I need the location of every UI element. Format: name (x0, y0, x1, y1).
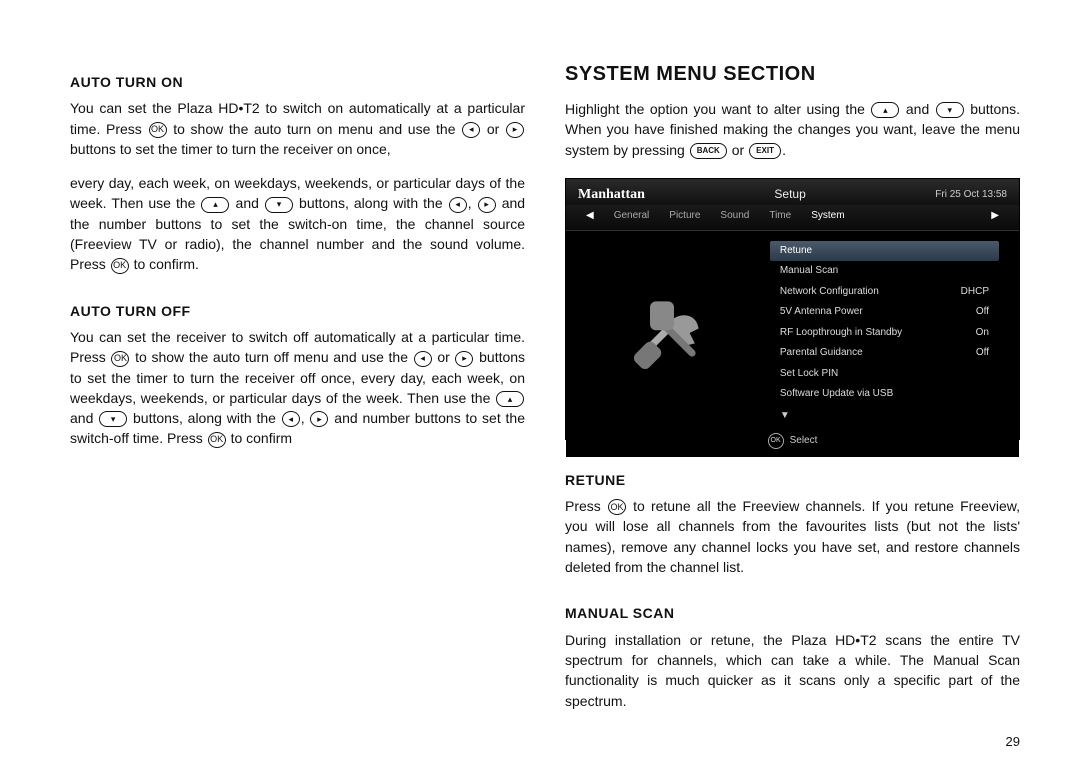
para-auto-on-1: You can set the Plaza HD•T2 to switch on… (70, 98, 525, 159)
page-number: 29 (565, 733, 1020, 752)
text: to confirm (231, 430, 292, 446)
menu-item-parental: Parental Guidance Off (770, 343, 999, 364)
menu-label: Network Configuration (780, 285, 879, 300)
para-retune: Press OK to retune all the Freeview chan… (565, 496, 1020, 577)
ok-button-icon: OK (149, 122, 167, 138)
menu-value: DHCP (961, 285, 989, 300)
manual-page: AUTO TURN ON You can set the Plaza HD•T2… (0, 0, 1080, 782)
left-column: AUTO TURN ON You can set the Plaza HD•T2… (70, 60, 525, 752)
down-button-icon: ▾ (265, 197, 293, 213)
tab-arrow-left-icon: ◀ (576, 209, 604, 224)
text: and (70, 410, 93, 426)
para-auto-off: You can set the receiver to switch off a… (70, 327, 525, 449)
screenshot-footer: OK Select (566, 427, 1019, 457)
text: and (906, 101, 929, 117)
menu-label: Parental Guidance (780, 346, 863, 361)
menu-item-sw-update: Software Update via USB (770, 384, 999, 405)
screenshot-header: Manhattan Setup Fri 25 Oct 13:58 (566, 179, 1019, 205)
back-button-icon: BACK (690, 143, 727, 159)
menu-label: 5V Antenna Power (780, 305, 863, 320)
text: , (468, 195, 472, 211)
menu-item-rf-loop: RF Loopthrough in Standby On (770, 323, 999, 344)
right-button-icon: ▸ (455, 351, 473, 367)
text: buttons, along with the (299, 195, 443, 211)
tab-sound: Sound (710, 209, 759, 224)
text: or (487, 121, 499, 137)
up-button-icon: ▴ (201, 197, 229, 213)
heading-retune: RETUNE (565, 470, 1020, 490)
text: and (236, 195, 259, 211)
ok-button-icon: OK (111, 258, 129, 274)
up-button-icon: ▴ (496, 391, 524, 407)
para-manual-scan: During installation or retune, the Plaza… (565, 630, 1020, 711)
right-column: SYSTEM MENU SECTION Highlight the option… (565, 60, 1020, 752)
para-intro: Highlight the option you want to alter u… (565, 99, 1020, 160)
heading-auto-turn-off: AUTO TURN OFF (70, 301, 525, 321)
screenshot-body: Retune Manual Scan Network Configuration… (566, 231, 1019, 428)
text: to show the auto turn off menu and use t… (135, 349, 408, 365)
right-button-icon: ▸ (478, 197, 496, 213)
tab-arrow-right-icon: ▶ (981, 209, 1009, 224)
menu-item-manual-scan: Manual Scan (770, 261, 999, 282)
left-button-icon: ◂ (282, 411, 300, 427)
tab-bar: ◀ General Picture Sound Time System ▶ (566, 205, 1019, 231)
text: buttons to set the timer to turn the rec… (70, 141, 391, 157)
text: Press (565, 498, 601, 514)
menu-item-network: Network Configuration DHCP (770, 282, 999, 303)
text: or (732, 142, 744, 158)
tab-system: System (801, 209, 854, 224)
text: or (437, 349, 449, 365)
screen-title: Setup (645, 186, 935, 203)
tab-general: General (604, 209, 660, 224)
menu-label: Manual Scan (780, 264, 838, 279)
system-menu-list: Retune Manual Scan Network Configuration… (770, 231, 1019, 428)
down-button-icon: ▾ (99, 411, 127, 427)
ok-button-icon: OK (208, 432, 226, 448)
tools-icon (566, 231, 770, 428)
menu-scroll-down-icon: ▼ (770, 405, 999, 428)
menu-item-retune: Retune (770, 241, 999, 262)
text: . (782, 142, 786, 158)
exit-button-icon: EXIT (749, 143, 781, 159)
text: to show the auto turn on menu and use th… (173, 121, 455, 137)
menu-value: Off (976, 305, 989, 320)
menu-value: On (976, 326, 989, 341)
ok-button-icon: OK (111, 351, 129, 367)
left-button-icon: ◂ (462, 122, 480, 138)
menu-value: Off (976, 346, 989, 361)
text: , (301, 410, 305, 426)
menu-item-lock-pin: Set Lock PIN (770, 364, 999, 385)
tab-picture: Picture (659, 209, 710, 224)
text: to retune all the Freeview channels. If … (565, 498, 1020, 575)
left-button-icon: ◂ (414, 351, 432, 367)
tv-screenshot: Manhattan Setup Fri 25 Oct 13:58 ◀ Gener… (565, 178, 1020, 440)
para-auto-on-2: every day, each week, on weekdays, weeke… (70, 173, 525, 274)
left-button-icon: ◂ (449, 197, 467, 213)
brand-logo: Manhattan (578, 185, 645, 205)
menu-label: Retune (780, 244, 812, 259)
menu-label: Set Lock PIN (780, 367, 838, 382)
footer-select-label: Select (790, 434, 818, 449)
right-button-icon: ▸ (506, 122, 524, 138)
screen-time: Fri 25 Oct 13:58 (935, 188, 1007, 203)
heading-auto-turn-on: AUTO TURN ON (70, 72, 525, 92)
heading-system-menu-section: SYSTEM MENU SECTION (565, 60, 1020, 89)
heading-manual-scan: MANUAL SCAN (565, 603, 1020, 623)
ok-button-icon: OK (608, 499, 626, 515)
text: to confirm. (134, 256, 199, 272)
right-button-icon: ▸ (310, 411, 328, 427)
up-button-icon: ▴ (871, 102, 899, 118)
text: buttons, along with the (133, 410, 276, 426)
ok-icon: OK (768, 433, 784, 449)
menu-label: RF Loopthrough in Standby (780, 326, 902, 341)
text: Highlight the option you want to alter u… (565, 101, 865, 117)
menu-label: Software Update via USB (780, 387, 893, 402)
tab-time: Time (759, 209, 801, 224)
menu-item-antenna: 5V Antenna Power Off (770, 302, 999, 323)
down-button-icon: ▾ (936, 102, 964, 118)
